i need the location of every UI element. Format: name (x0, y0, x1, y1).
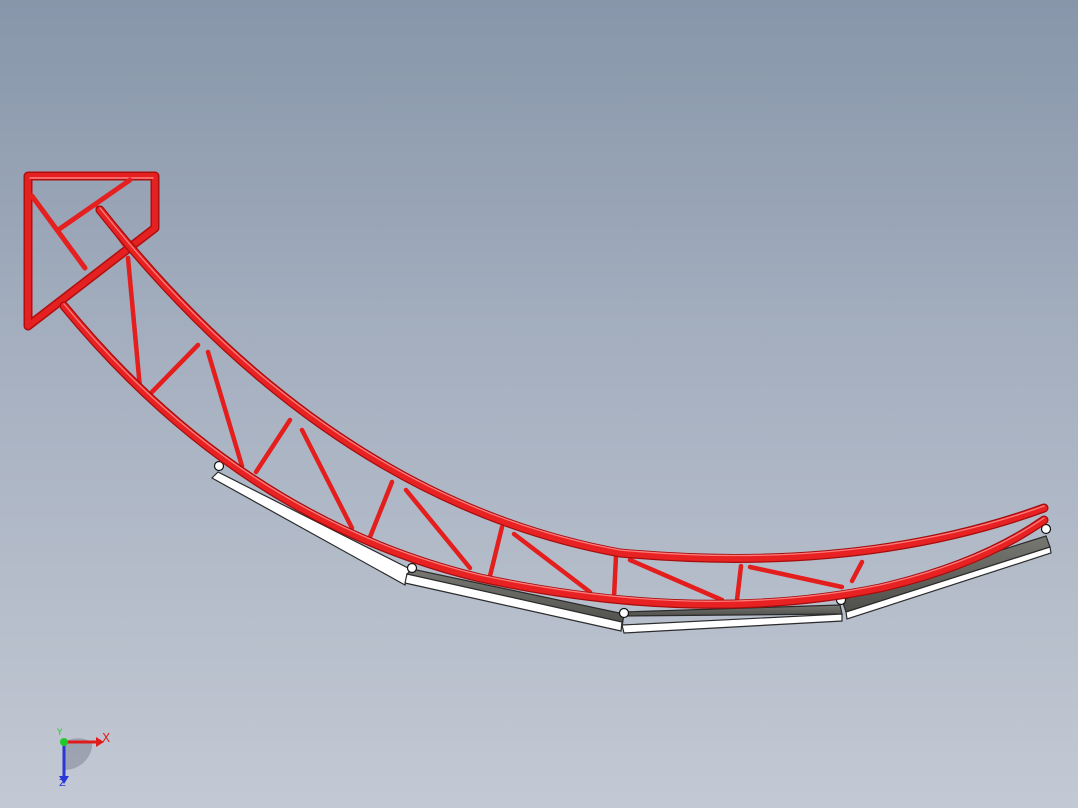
curved-truss (23, 171, 1049, 609)
truss-upper-chord (95, 205, 1049, 563)
truss-model-view[interactable] (0, 0, 1078, 808)
x-axis-label: X (102, 731, 111, 745)
z-axis-label: Z (59, 778, 66, 789)
truss-web-members (125, 255, 865, 603)
rail-segment-white-1 (211, 471, 411, 586)
support-ring (618, 607, 630, 619)
rail-segment-white-4 (845, 546, 1052, 620)
rail-segment-white-3 (621, 613, 843, 634)
coordinate-triad: X Y Z (40, 728, 120, 798)
truss-lower-chord (59, 301, 1049, 609)
support-rails (211, 460, 1052, 634)
support-ring (406, 562, 418, 574)
graphics-viewport[interactable]: X Y Z (0, 0, 1078, 808)
y-axis-label: Y (57, 728, 63, 738)
